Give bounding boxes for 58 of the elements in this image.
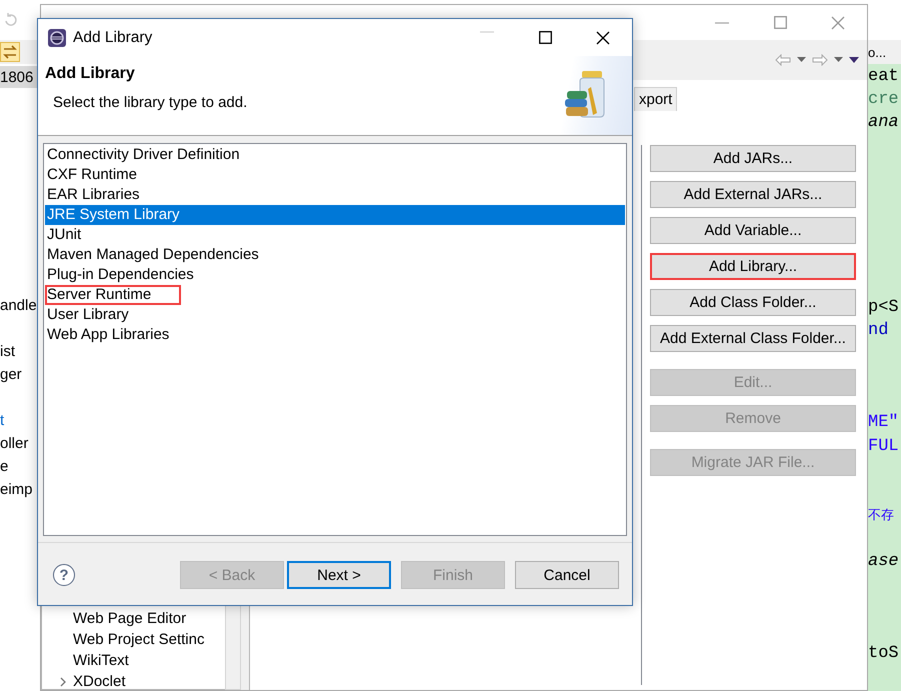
code-text: 不存	[868, 508, 894, 523]
back-arrow-icon[interactable]	[775, 54, 791, 66]
page-heading: Add Library	[45, 65, 136, 83]
list-item[interactable]: CXF Runtime	[45, 165, 625, 185]
eclipse-icon	[47, 28, 67, 48]
side-button[interactable]: Add External JARs...	[650, 181, 856, 208]
list-item[interactable]: Connectivity Driver Definition	[45, 145, 625, 165]
explorer-item[interactable]: ist	[0, 343, 15, 360]
code-text: FUL	[868, 436, 899, 456]
tree-item[interactable]: WikiText	[73, 652, 129, 669]
tree-item[interactable]: XDoclet	[73, 673, 126, 689]
minimize-icon[interactable]	[715, 22, 729, 24]
side-button[interactable]: Add Variable...	[650, 217, 856, 244]
project-row[interactable]: 1806	[0, 66, 40, 88]
page-description: Select the library type to add.	[53, 94, 248, 111]
code-text: p<S	[868, 298, 899, 317]
side-button[interactable]: Add External Class Folder...	[650, 325, 856, 352]
chevron-icon[interactable]	[59, 676, 67, 686]
library-type-list[interactable]: Connectivity Driver Definition CXF Runtime EAR Libraries JRE System Library JUnit Maven Managed Dependencies Plug-in Dependencies Server Runtime User Library Web App Libraries	[43, 143, 627, 536]
sync-icon[interactable]	[0, 42, 20, 62]
code-text: cre	[868, 90, 899, 110]
tree-item[interactable]: Web Project Settinc	[73, 631, 204, 648]
list-item[interactable]: Web App Libraries	[45, 325, 625, 345]
wizard-button[interactable]: Next >	[287, 561, 391, 589]
code-text: ana	[868, 113, 899, 132]
wizard-button[interactable]: Cancel	[515, 561, 619, 589]
side-button[interactable]: Add JARs...	[650, 145, 856, 172]
help-button[interactable]: ?	[53, 564, 75, 586]
side-button[interactable]: Add Library...	[650, 253, 856, 280]
explorer-item[interactable]: andle	[0, 297, 37, 314]
maximize-icon[interactable]	[538, 30, 552, 44]
code-text: eat	[868, 67, 899, 86]
list-item[interactable]: EAR Libraries	[45, 185, 625, 205]
side-button[interactable]: Add Class Folder...	[650, 289, 856, 316]
window-title: Add Library	[73, 28, 152, 46]
tree-item[interactable]: Web Page Editor	[73, 610, 186, 627]
list-item[interactable]: JRE System Library	[45, 205, 625, 225]
caret-icon[interactable]	[834, 57, 843, 63]
list-item[interactable]: Plug-in Dependencies	[45, 265, 625, 285]
code-text: toS	[868, 644, 899, 664]
explorer-item[interactable]: eimp	[0, 481, 33, 498]
caret-icon[interactable]	[797, 57, 806, 63]
explorer-item[interactable]: oller	[0, 435, 28, 452]
close-icon[interactable]	[596, 30, 610, 44]
view-menu-icon[interactable]	[849, 57, 859, 63]
list-item[interactable]: Server Runtime	[45, 285, 625, 305]
tab[interactable]: xport	[634, 87, 678, 111]
explorer-item[interactable]: ger	[0, 366, 22, 383]
code-text: nd	[868, 321, 888, 340]
list-item[interactable]: User Library	[45, 305, 625, 325]
explorer-item[interactable]: t	[0, 412, 4, 429]
explorer-item[interactable]: e	[0, 458, 8, 475]
code-text: ase	[868, 552, 899, 571]
list-item[interactable]: JUnit	[45, 225, 625, 245]
code-text: ME"	[868, 413, 899, 432]
list-item[interactable]: Maven Managed Dependencies	[45, 245, 625, 265]
forward-arrow-icon[interactable]	[812, 54, 828, 66]
view-label[interactable]: o...	[868, 44, 901, 60]
